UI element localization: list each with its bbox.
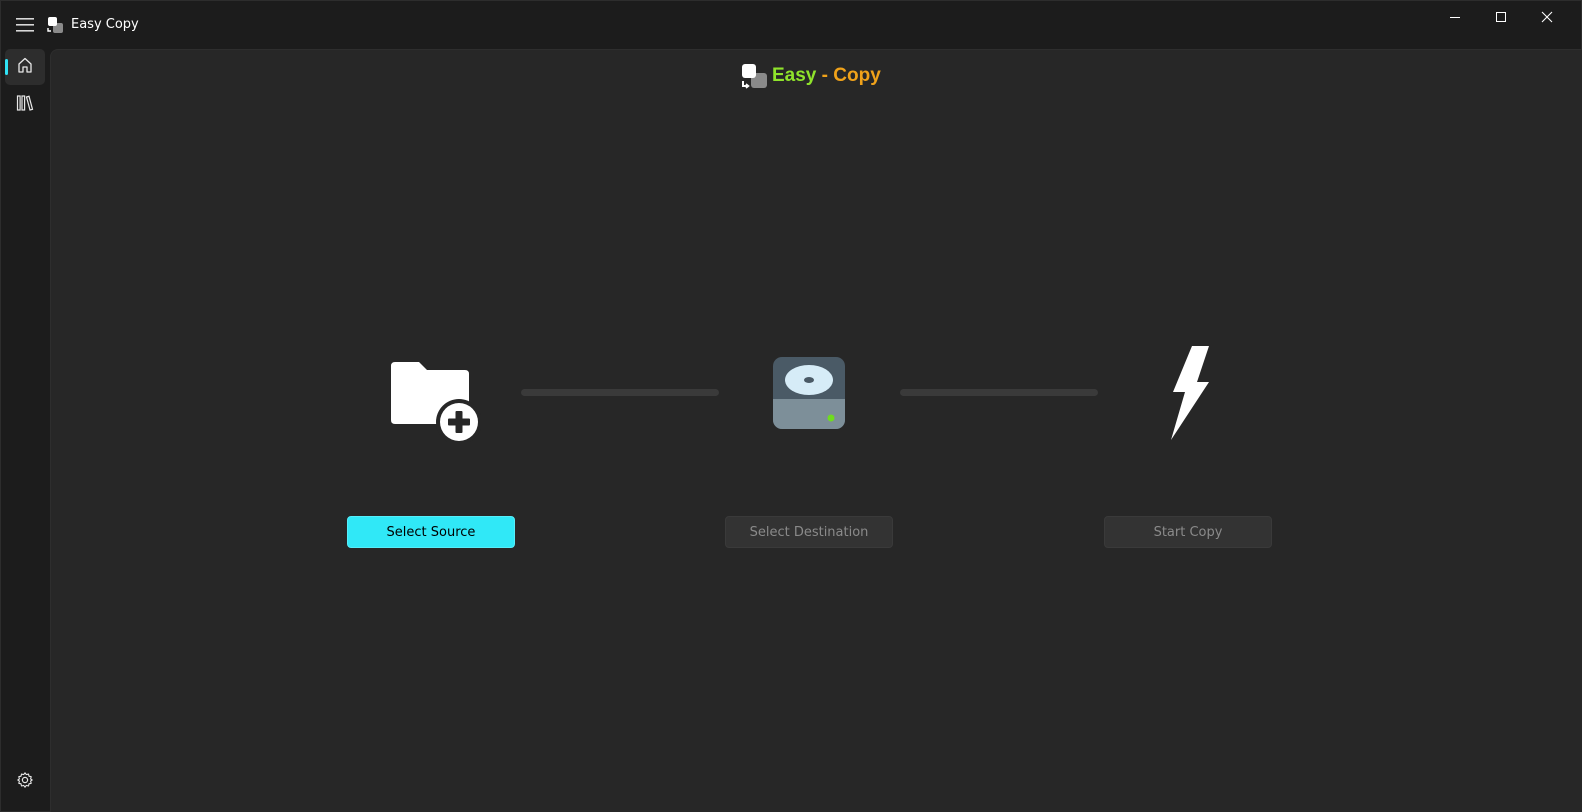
brand-easy: Easy [772,65,817,86]
hamburger-icon[interactable] [13,13,37,37]
main-content: Easy - Copy Select Source Select Destina… [50,49,1582,812]
step-connector [900,389,1098,396]
maximize-icon[interactable] [1478,1,1524,33]
hard-drive-icon [771,355,847,431]
select-source-button[interactable]: Select Source [347,516,515,548]
brand-separator: - [816,65,834,86]
start-copy-button[interactable]: Start Copy [1104,516,1272,548]
nav-item-settings[interactable] [5,764,45,800]
window-title: Easy Copy [71,17,139,32]
close-icon[interactable] [1524,1,1570,33]
brand-title: Easy - Copy [772,64,881,88]
title-bar: Easy Copy [1,1,1581,49]
lightning-bolt-icon [1165,344,1213,442]
gear-icon [16,771,34,793]
nav-item-library[interactable] [5,87,45,123]
library-icon [16,94,34,116]
easy-copy-logo-icon [46,16,64,34]
brand-copy: Copy [833,65,881,86]
brand-header: Easy - Copy [739,60,881,92]
minimize-icon[interactable] [1432,1,1478,33]
navigation-rail [1,49,49,811]
app-window: Easy Copy Easy - Copy Select Source Sele… [0,0,1582,812]
select-destination-button[interactable]: Select Destination [725,516,893,548]
folder-add-icon [389,358,482,445]
selection-indicator [5,59,8,75]
easy-copy-logo-icon [739,61,769,91]
home-icon [16,56,34,78]
step-connector [521,389,719,396]
nav-item-home[interactable] [5,49,45,85]
